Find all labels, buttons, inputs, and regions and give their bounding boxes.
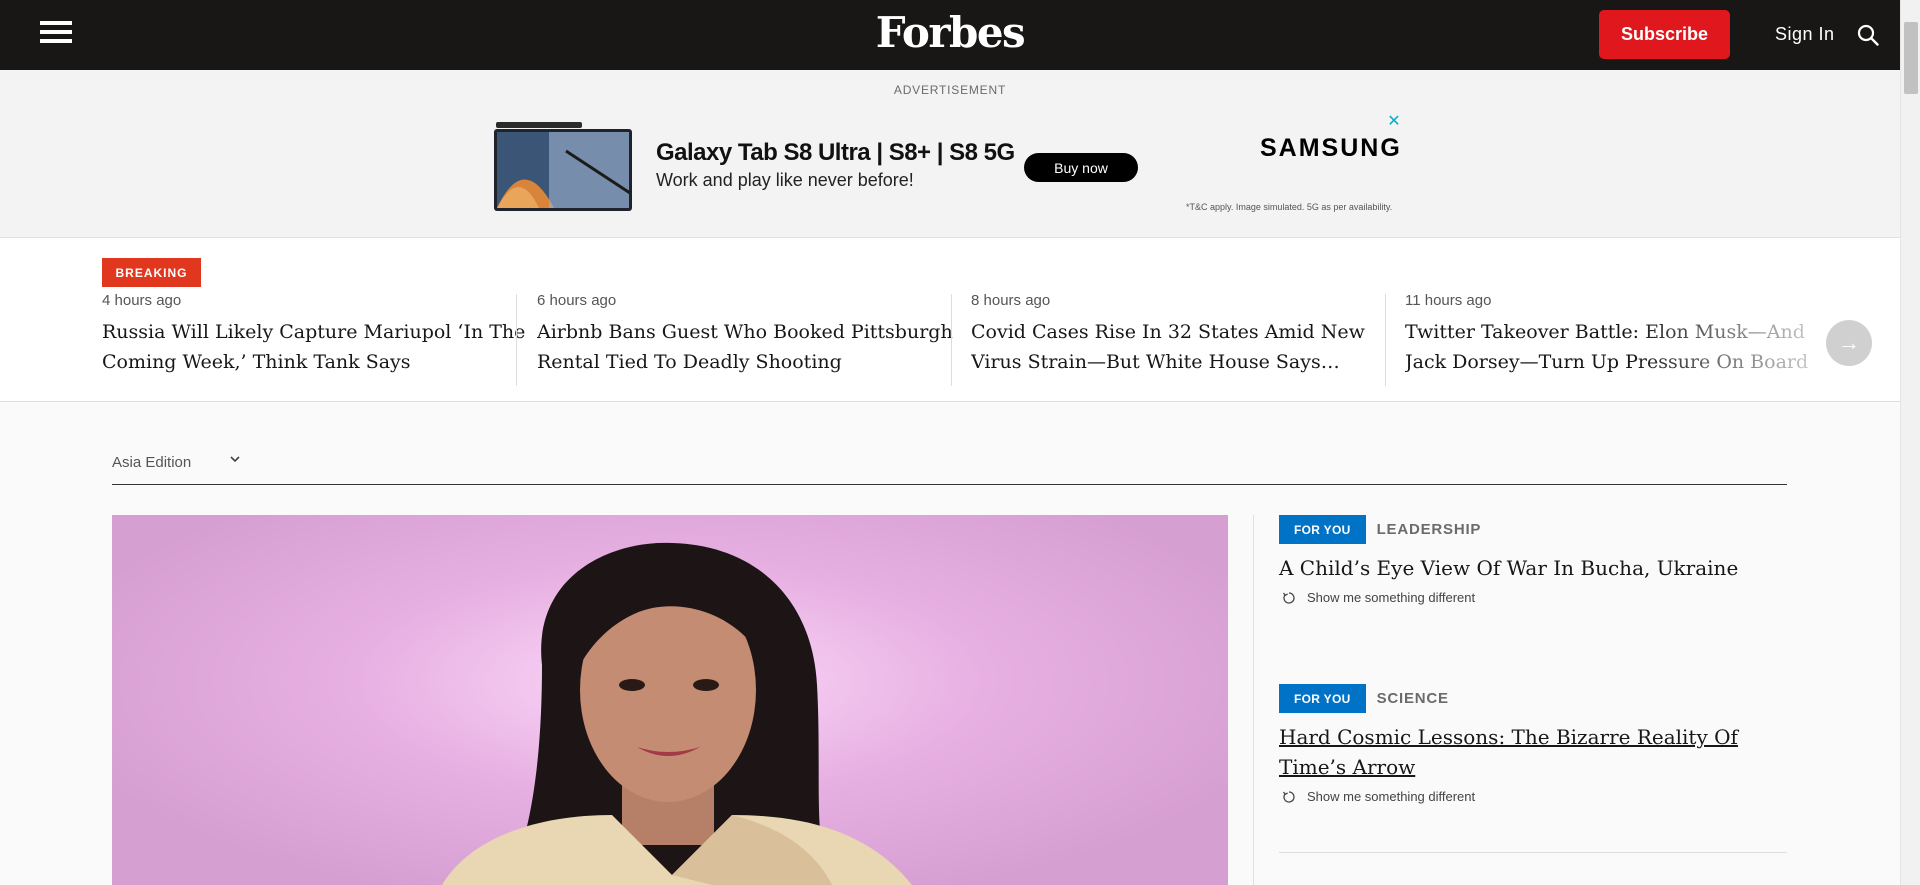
page-scrollbar[interactable] bbox=[1900, 0, 1920, 885]
news-headline[interactable]: Covid Cases Rise In 32 States Amid New V… bbox=[971, 317, 1406, 377]
advertisement-label: ADVERTISEMENT bbox=[893, 83, 1007, 97]
breaking-news-item[interactable]: 6 hours ago Airbnb Bans Guest Who Booked… bbox=[537, 292, 972, 386]
news-timestamp: 8 hours ago bbox=[971, 292, 1051, 309]
ad-subline: Work and play like never before! bbox=[656, 170, 914, 190]
arrow-right-icon[interactable]: → bbox=[1826, 320, 1872, 366]
subscribe-button[interactable]: Subscribe bbox=[1599, 10, 1730, 59]
news-timestamp: 6 hours ago bbox=[537, 292, 617, 309]
breaking-badge: BREAKING bbox=[102, 258, 201, 287]
card-tags: FOR YOU LEADERSHIP bbox=[1279, 515, 1787, 544]
for-you-card: FOR YOU SCIENCE Hard Cosmic Lessons: The… bbox=[1279, 684, 1787, 804]
ad-close-icon[interactable]: ✕ bbox=[1387, 114, 1401, 130]
news-divider bbox=[1385, 294, 1386, 386]
ad-headline: Galaxy Tab S8 Ultra | S8+ | S8 5G bbox=[656, 139, 1015, 166]
breaking-news-item[interactable]: 11 hours ago Twitter Takeover Battle: El… bbox=[1405, 292, 1840, 386]
search-icon[interactable] bbox=[1856, 23, 1880, 47]
edition-selector[interactable]: Asia Edition bbox=[112, 446, 1787, 485]
card-tags: FOR YOU SCIENCE bbox=[1279, 684, 1787, 713]
refresh-icon bbox=[1282, 790, 1295, 803]
breaking-news-strip: BREAKING 4 hours ago Russia Will Likely … bbox=[0, 238, 1900, 402]
edition-label: Asia Edition bbox=[112, 454, 192, 471]
news-headline[interactable]: Airbnb Bans Guest Who Booked Pittsburgh … bbox=[537, 317, 972, 377]
category-link[interactable]: SCIENCE bbox=[1377, 690, 1449, 707]
category-link[interactable]: LEADERSHIP bbox=[1377, 521, 1482, 538]
portrait-illustration bbox=[442, 542, 912, 885]
rail-separator bbox=[1279, 852, 1787, 853]
forbes-logo[interactable]: Forbes bbox=[876, 8, 1026, 57]
news-headline[interactable]: Russia Will Likely Capture Mariupol ‘In … bbox=[102, 317, 537, 377]
refresh-icon bbox=[1282, 591, 1295, 604]
samsung-logo: SAMSUNG bbox=[1260, 134, 1402, 162]
chevron-down-icon bbox=[230, 456, 240, 463]
ad-banner[interactable]: Galaxy Tab S8 Ultra | S8+ | S8 5G Work a… bbox=[494, 114, 1402, 217]
tablet-product-image bbox=[494, 122, 632, 211]
menu-icon[interactable] bbox=[40, 21, 72, 47]
breaking-news-item[interactable]: 4 hours ago Russia Will Likely Capture M… bbox=[102, 292, 537, 386]
news-headline[interactable]: Twitter Takeover Battle: Elon Musk—And J… bbox=[1405, 317, 1840, 377]
news-timestamp: 11 hours ago bbox=[1405, 292, 1492, 309]
ad-fineprint: *T&C apply. Image simulated. 5G as per a… bbox=[1186, 202, 1393, 212]
hero-image[interactable] bbox=[112, 515, 1228, 885]
advertisement-band: ADVERTISEMENT Galaxy Tab S8 Ultra | S8+ … bbox=[0, 70, 1900, 238]
news-timestamp: 4 hours ago bbox=[102, 292, 182, 309]
scrollbar-thumb[interactable] bbox=[1904, 22, 1918, 94]
for-you-badge[interactable]: FOR YOU bbox=[1279, 684, 1366, 713]
news-divider bbox=[516, 294, 517, 386]
breaking-news-item[interactable]: 8 hours ago Covid Cases Rise In 32 State… bbox=[971, 292, 1406, 386]
sign-in-link[interactable]: Sign In bbox=[1775, 24, 1835, 45]
show-different-button[interactable]: Show me something different bbox=[1279, 789, 1787, 804]
for-you-badge[interactable]: FOR YOU bbox=[1279, 515, 1366, 544]
for-you-card: FOR YOU LEADERSHIP A Child’s Eye View Of… bbox=[1279, 515, 1787, 605]
article-title-link[interactable]: Hard Cosmic Lessons: The Bizarre Reality… bbox=[1279, 722, 1787, 782]
rail-divider bbox=[1253, 515, 1254, 885]
show-different-label: Show me something different bbox=[1307, 590, 1476, 605]
buy-now-button[interactable]: Buy now bbox=[1024, 153, 1138, 182]
news-divider bbox=[951, 294, 952, 386]
show-different-button[interactable]: Show me something different bbox=[1279, 590, 1787, 605]
article-title-link[interactable]: A Child’s Eye View Of War In Bucha, Ukra… bbox=[1279, 553, 1787, 583]
show-different-label: Show me something different bbox=[1307, 789, 1476, 804]
site-header: Forbes Subscribe Sign In bbox=[0, 0, 1900, 70]
